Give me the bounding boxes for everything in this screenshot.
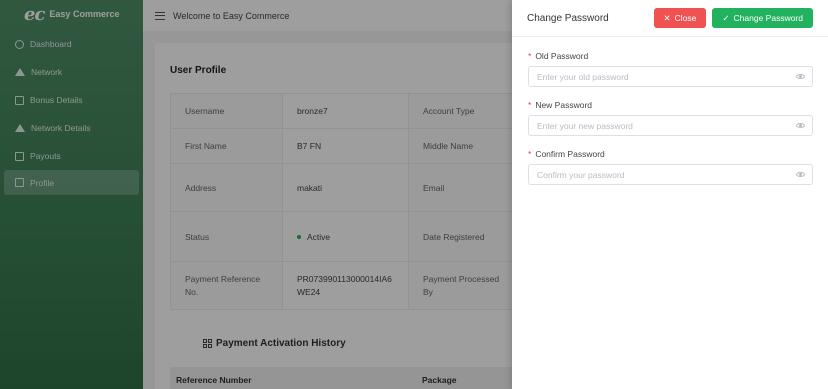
eye-icon[interactable]	[796, 172, 805, 177]
change-password-drawer: Change Password ✕ Close ✓ Change Passwor…	[512, 0, 828, 389]
change-password-button-label: Change Password	[733, 13, 803, 23]
confirm-password-label: Confirm Password	[535, 149, 605, 159]
required-marker: *	[528, 149, 532, 159]
close-button-label: Close	[674, 13, 697, 23]
confirm-password-wrapper	[528, 164, 813, 185]
new-password-label: New Password	[535, 100, 592, 110]
drawer-header: Change Password ✕ Close ✓ Change Passwor…	[512, 0, 828, 37]
confirm-password-input[interactable]	[529, 165, 812, 184]
change-password-button[interactable]: ✓ Change Password	[712, 8, 813, 28]
new-password-wrapper	[528, 115, 813, 136]
close-icon: ✕	[663, 12, 671, 23]
eye-icon[interactable]	[796, 123, 805, 128]
confirm-password-field: * Confirm Password	[528, 149, 813, 185]
check-icon: ✓	[722, 12, 730, 23]
old-password-label: Old Password	[535, 51, 589, 61]
old-password-input[interactable]	[529, 67, 812, 86]
eye-icon[interactable]	[796, 74, 805, 79]
required-marker: *	[528, 100, 532, 110]
required-marker: *	[528, 51, 532, 61]
old-password-wrapper	[528, 66, 813, 87]
close-button[interactable]: ✕ Close	[653, 8, 707, 28]
new-password-field: * New Password	[528, 100, 813, 136]
old-password-field: * Old Password	[528, 51, 813, 87]
modal-overlay[interactable]	[0, 0, 512, 389]
new-password-input[interactable]	[529, 116, 812, 135]
drawer-title: Change Password	[527, 12, 609, 24]
password-form: * Old Password * New Password * Confirm Pas…	[512, 37, 828, 185]
